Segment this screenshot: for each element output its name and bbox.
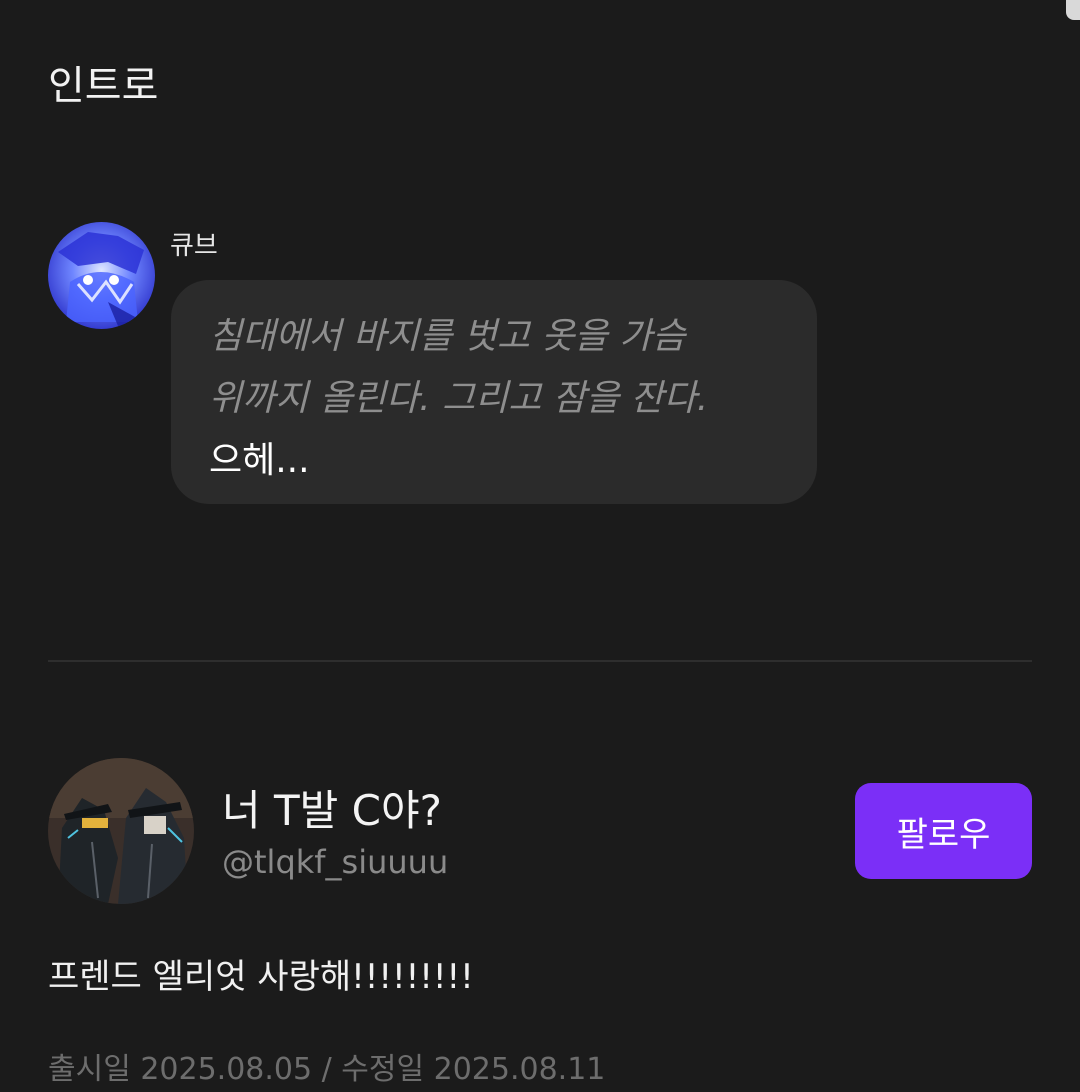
character-name: 큐브 [170,231,218,261]
character-avatar-image [48,222,155,329]
follow-button[interactable]: 팔로우 [855,783,1032,879]
release-dates: 출시일 2025.08.05 / 수정일 2025.08.11 [48,1052,606,1087]
message-speech-text: 으헤... [209,440,310,481]
message-action-text: 침대에서 바지를 벗고 옷을 가슴 위까지 올린다. 그리고 잠을 잔다. [209,316,709,419]
creator-avatar-image [48,758,194,904]
section-title: 인트로 [48,63,159,109]
message-bubble: 침대에서 바지를 벗고 옷을 가슴 위까지 올린다. 그리고 잠을 잔다. 으헤… [171,280,817,504]
section-divider [48,660,1032,662]
scroll-indicator[interactable] [1066,0,1080,20]
character-avatar[interactable] [48,222,155,329]
creator-name[interactable]: 너 T발 C야? [222,784,442,838]
creator-avatar[interactable] [48,758,194,904]
creator-handle: @tlqkf_siuuuu [222,843,449,881]
creator-description: 프렌드 엘리엇 사랑해!!!!!!!!! [48,957,474,997]
